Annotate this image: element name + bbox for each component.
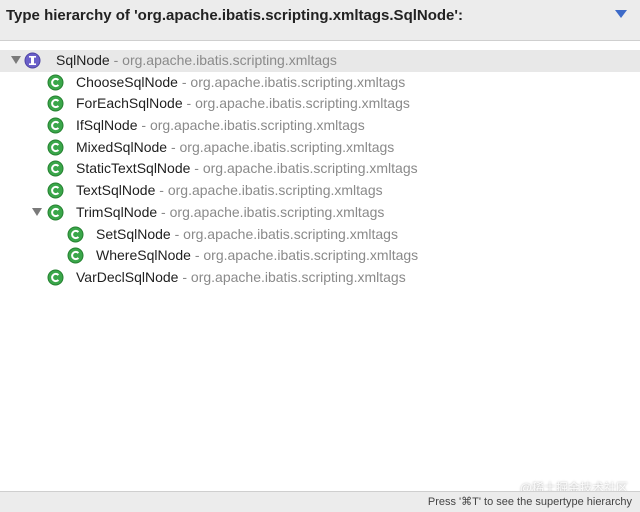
separator: - (109, 52, 123, 68)
tree-item-label: TextSqlNode - org.apache.ibatis.scriptin… (76, 180, 383, 202)
class-icon (47, 182, 64, 199)
tree-item-label: StaticTextSqlNode - org.apache.ibatis.sc… (76, 158, 418, 180)
hierarchy-tree: SqlNode - org.apache.ibatis.scripting.xm… (0, 50, 640, 289)
class-icon (47, 204, 64, 221)
type-hierarchy-popup: Type hierarchy of 'org.apache.ibatis.scr… (0, 0, 640, 512)
tree-row-vardeclsqlnode[interactable]: VarDeclSqlNode - org.apache.ibatis.scrip… (0, 267, 640, 289)
package-name: org.apache.ibatis.scripting.xmltags (203, 247, 419, 264)
package-name: org.apache.ibatis.scripting.xmltags (122, 52, 337, 68)
class-icon (67, 226, 84, 242)
type-name: WhereSqlNode (96, 247, 191, 264)
expand-triangle-icon[interactable] (32, 207, 42, 217)
separator: - (157, 203, 170, 220)
separator: - (178, 268, 191, 285)
package-name: org.apache.ibatis.scripting.xmltags (167, 182, 383, 199)
status-bar: Press '⌘T' to see the supertype hierarch… (0, 491, 640, 512)
type-name: StaticTextSqlNode (76, 160, 191, 177)
class-icon (47, 269, 64, 286)
package-name: org.apache.ibatis.scripting.xmltags (183, 225, 398, 242)
tree-row-sqlnode[interactable]: SqlNode - org.apache.ibatis.scripting.xm… (0, 50, 640, 72)
package-name: org.apache.ibatis.scripting.xmltags (149, 117, 365, 134)
tree-item-label: ChooseSqlNode - org.apache.ibatis.script… (76, 72, 405, 94)
tree-row-statictextsqlnode[interactable]: StaticTextSqlNode - org.apache.ibatis.sc… (0, 158, 640, 180)
tree-item-label: WhereSqlNode - org.apache.ibatis.scripti… (96, 245, 418, 267)
tree-row-setsqlnode[interactable]: SetSqlNode - org.apache.ibatis.scripting… (0, 224, 640, 246)
supertype-hint: Press '⌘T' to see the supertype hierarch… (427, 496, 632, 508)
class-icon (47, 74, 64, 91)
type-name: VarDeclSqlNode (76, 268, 179, 285)
class-icon (47, 160, 64, 177)
type-name: ChooseSqlNode (76, 73, 178, 90)
tree-item-label: TrimSqlNode - org.apache.ibatis.scriptin… (76, 202, 384, 224)
separator: - (177, 73, 191, 90)
tree-item-label: IfSqlNode - org.apache.ibatis.scripting.… (76, 115, 365, 137)
type-name: IfSqlNode (76, 117, 138, 134)
type-name: MixedSqlNode (76, 138, 168, 155)
type-name: SqlNode (56, 52, 110, 68)
separator: - (155, 182, 168, 199)
expand-triangle-icon[interactable] (11, 56, 21, 65)
tree-item-label: MixedSqlNode - org.apache.ibatis.scripti… (76, 137, 394, 159)
type-name: TextSqlNode (76, 182, 156, 199)
separator: - (182, 95, 196, 112)
class-icon (47, 139, 64, 156)
type-name: ForEachSqlNode (76, 95, 183, 112)
tree-row-ifsqlnode[interactable]: IfSqlNode - org.apache.ibatis.scripting.… (0, 115, 640, 137)
tree-row-wheresqlnode[interactable]: WhereSqlNode - org.apache.ibatis.scripti… (0, 245, 640, 267)
class-icon (47, 95, 64, 112)
type-name: TrimSqlNode (76, 203, 158, 220)
tree-row-foreachsqlnode[interactable]: ForEachSqlNode - org.apache.ibatis.scrip… (0, 93, 640, 115)
tree-row-choosesqlnode[interactable]: ChooseSqlNode - org.apache.ibatis.script… (0, 72, 640, 94)
separator: - (137, 117, 150, 134)
tree-row-trimsqlnode[interactable]: TrimSqlNode - org.apache.ibatis.scriptin… (0, 202, 640, 224)
separator: - (170, 225, 184, 242)
package-name: org.apache.ibatis.scripting.xmltags (190, 73, 406, 90)
tree-row-textsqlnode[interactable]: TextSqlNode - org.apache.ibatis.scriptin… (0, 180, 640, 202)
tree-item-label: SetSqlNode - org.apache.ibatis.scripting… (96, 224, 398, 246)
separator: - (190, 160, 203, 177)
package-name: org.apache.ibatis.scripting.xmltags (179, 138, 395, 155)
popup-header: Type hierarchy of 'org.apache.ibatis.scr… (0, 0, 640, 41)
popup-title: Type hierarchy of 'org.apache.ibatis.scr… (6, 7, 463, 24)
package-name: org.apache.ibatis.scripting.xmltags (190, 268, 406, 285)
tree-row-mixedsqlnode[interactable]: MixedSqlNode - org.apache.ibatis.scripti… (0, 137, 640, 159)
class-icon (67, 247, 84, 264)
chevron-down-icon[interactable] (614, 8, 628, 20)
interface-icon (24, 52, 41, 69)
class-icon (47, 117, 64, 134)
tree-item-label: SqlNode - org.apache.ibatis.scripting.xm… (56, 50, 337, 72)
package-name: org.apache.ibatis.scripting.xmltags (169, 203, 385, 220)
tree-item-label: ForEachSqlNode - org.apache.ibatis.scrip… (76, 93, 410, 115)
separator: - (167, 138, 180, 155)
type-name: SetSqlNode (96, 225, 171, 242)
package-name: org.apache.ibatis.scripting.xmltags (195, 95, 410, 112)
separator: - (190, 247, 204, 264)
package-name: org.apache.ibatis.scripting.xmltags (202, 160, 418, 177)
tree-item-label: VarDeclSqlNode - org.apache.ibatis.scrip… (76, 267, 406, 289)
